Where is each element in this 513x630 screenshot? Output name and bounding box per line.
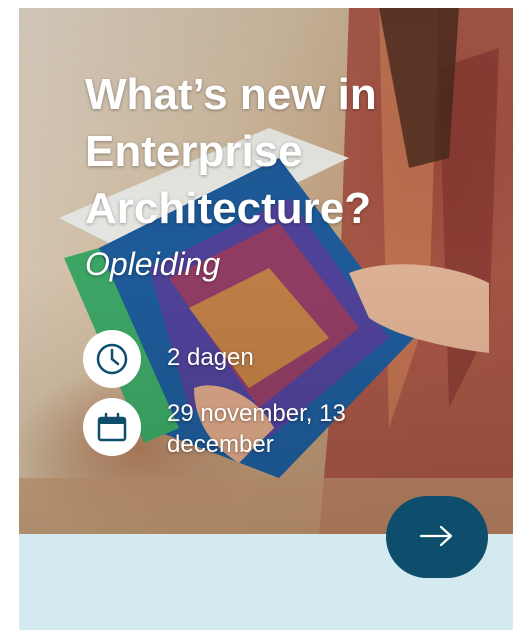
next-arrow-button[interactable]	[386, 496, 488, 578]
clock-icon	[83, 330, 141, 388]
dates-text: 29 november, 13 december	[167, 400, 346, 458]
calendar-icon	[83, 398, 141, 456]
course-type: Opleiding	[85, 246, 221, 282]
arrow-right-icon	[419, 524, 455, 551]
course-card[interactable]: What’s new in Enterprise Architecture? O…	[19, 8, 513, 630]
course-title: What’s new in Enterprise Architecture?	[85, 70, 377, 233]
duration-text: 2 dagen	[167, 344, 254, 371]
